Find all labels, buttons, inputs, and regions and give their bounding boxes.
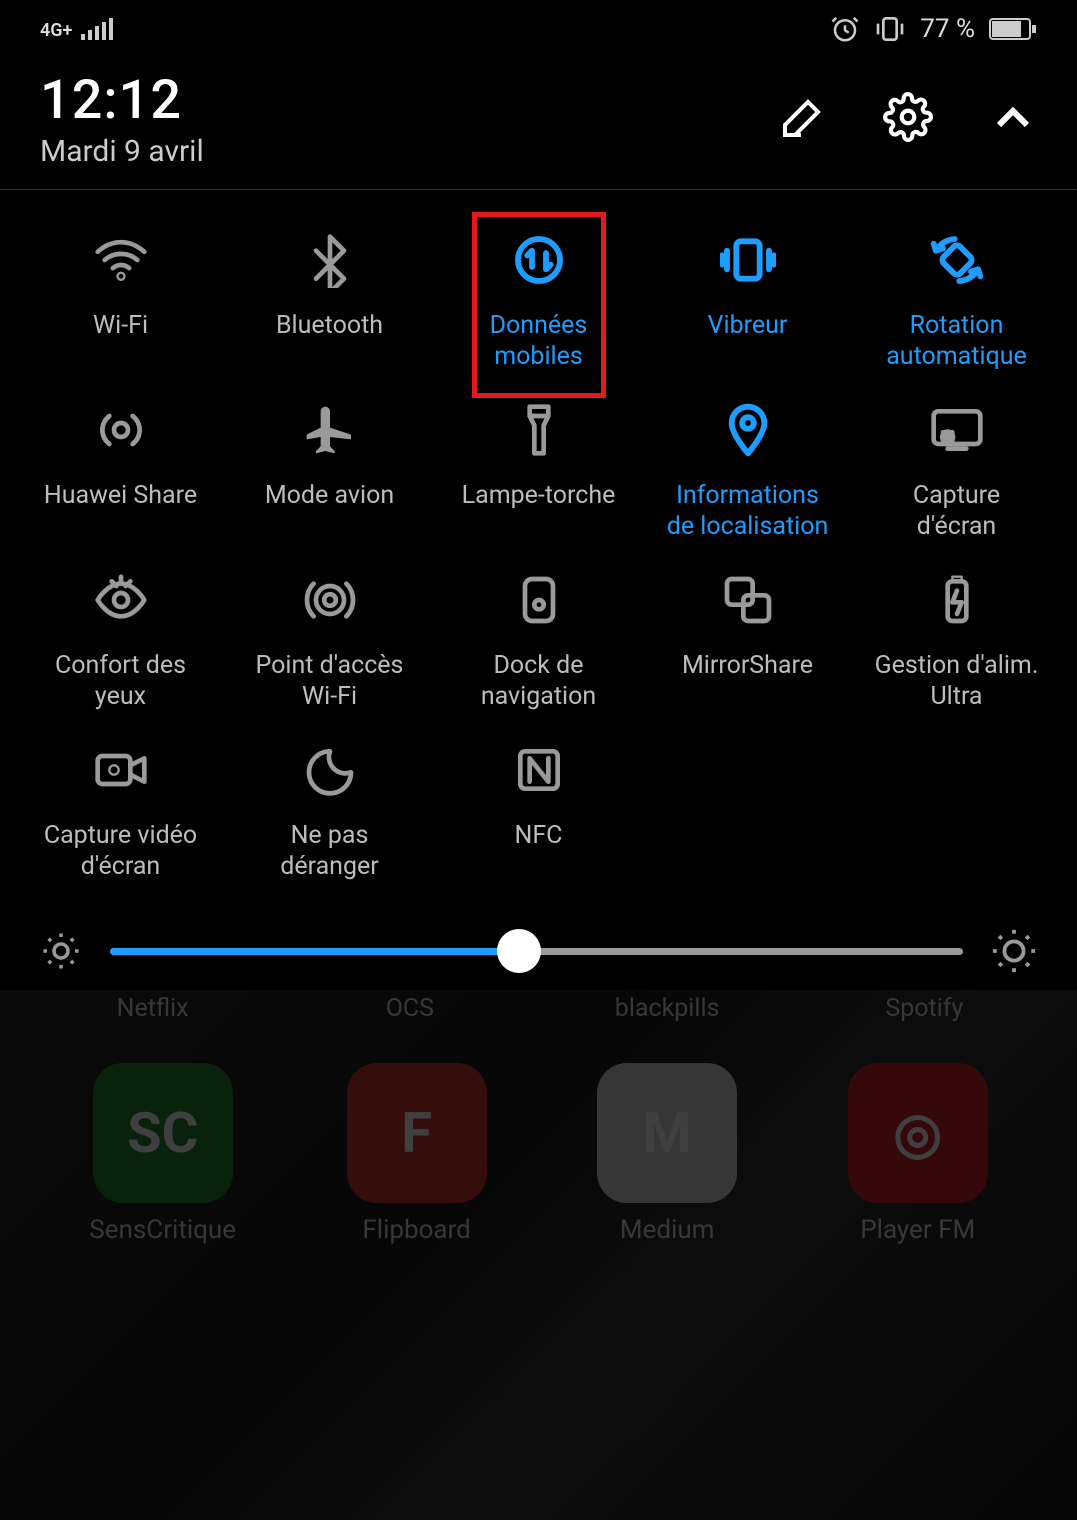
share-icon — [85, 394, 157, 466]
edit-icon[interactable] — [779, 93, 827, 141]
tile-mirror-share[interactable]: MirrorShare — [643, 560, 852, 720]
screenshot-icon — [921, 394, 993, 466]
screenrec-icon — [85, 734, 157, 806]
tile-label: Huawei Share — [44, 480, 197, 511]
tile-label: Bluetooth — [276, 310, 383, 341]
gear-icon[interactable] — [883, 92, 933, 142]
hotspot-icon — [294, 564, 366, 636]
brightness-slider[interactable] — [110, 929, 963, 973]
rotate-icon — [921, 224, 993, 296]
tile-power-mgmt[interactable]: Gestion d'alim. Ultra — [852, 560, 1061, 720]
tile-label: Rotation automatique — [886, 310, 1027, 373]
home-screen-underlay: NetflixOCSblackpillsSpotify SCSensCritiq… — [0, 990, 1077, 1520]
alarm-icon — [830, 14, 860, 44]
tile-label: Informations de localisation — [667, 480, 829, 543]
eye-icon — [85, 564, 157, 636]
tile-location[interactable]: Informations de localisation — [643, 390, 852, 550]
location-icon — [712, 394, 784, 466]
brightness-low-icon — [40, 930, 82, 972]
navdock-icon — [503, 564, 575, 636]
tile-flashlight[interactable]: Lampe-torche — [434, 390, 643, 550]
mirror-icon — [712, 564, 784, 636]
tile-label: Mode avion — [265, 480, 394, 511]
tile-huawei-share[interactable]: Huawei Share — [16, 390, 225, 550]
tile-wifi[interactable]: Wi-Fi — [16, 220, 225, 380]
network-indicator: 4G+ — [40, 18, 121, 41]
quick-settings-grid: Wi-Fi Bluetooth Données mobiles Vibreur Rota… — [0, 190, 1077, 900]
tile-mobile-data[interactable]: Données mobiles — [434, 220, 643, 380]
tile-label: Wi-Fi — [93, 310, 148, 341]
wifi-icon — [85, 224, 157, 296]
panel-header: 12:12 Mardi 9 avril — [0, 54, 1077, 190]
airplane-icon — [294, 394, 366, 466]
tile-nav-dock[interactable]: Dock de navigation — [434, 560, 643, 720]
vibrate-status-icon — [874, 14, 906, 44]
tile-label: MirrorShare — [682, 650, 813, 681]
vibrate-icon — [712, 224, 784, 296]
tile-label: Capture d'écran — [913, 480, 1000, 543]
tile-hotspot[interactable]: Point d'accès Wi-Fi — [225, 560, 434, 720]
status-bar: 4G+ 77 % — [0, 0, 1077, 54]
panel-date: Mardi 9 avril — [40, 134, 204, 169]
tile-screen-record[interactable]: Capture vidéo d'écran — [16, 730, 225, 890]
tile-label: Gestion d'alim. Ultra — [875, 650, 1039, 713]
tile-dnd[interactable]: Ne pas déranger — [225, 730, 434, 890]
dnd-icon — [294, 734, 366, 806]
tile-eye-comfort[interactable]: Confort des yeux — [16, 560, 225, 720]
chevron-up-icon[interactable] — [989, 93, 1037, 141]
panel-time: 12:12 — [40, 74, 204, 128]
tile-label: Dock de navigation — [481, 650, 596, 713]
tile-screenshot[interactable]: Capture d'écran — [852, 390, 1061, 550]
tile-label: Lampe-torche — [462, 480, 616, 511]
tile-nfc[interactable]: NFC — [434, 730, 643, 890]
tile-label: NFC — [515, 820, 563, 851]
battery-icon — [989, 17, 1037, 41]
battery-ultra-icon — [921, 564, 993, 636]
tile-vibrate[interactable]: Vibreur — [643, 220, 852, 380]
nfc-icon — [503, 734, 575, 806]
tile-label: Point d'accès Wi-Fi — [256, 650, 404, 713]
tile-label: Capture vidéo d'écran — [44, 820, 197, 883]
mobile-data-icon — [503, 224, 575, 296]
tile-airplane[interactable]: Mode avion — [225, 390, 434, 550]
flashlight-icon — [503, 394, 575, 466]
tile-label: Ne pas déranger — [280, 820, 379, 883]
tile-bluetooth[interactable]: Bluetooth — [225, 220, 434, 380]
tile-label: Confort des yeux — [55, 650, 186, 713]
tile-label: Données mobiles — [490, 310, 588, 373]
tile-label: Vibreur — [708, 310, 788, 341]
bluetooth-icon — [294, 224, 366, 296]
battery-percent: 77 % — [920, 14, 975, 44]
brightness-high-icon — [991, 928, 1037, 974]
tile-auto-rotate[interactable]: Rotation automatique — [852, 220, 1061, 380]
